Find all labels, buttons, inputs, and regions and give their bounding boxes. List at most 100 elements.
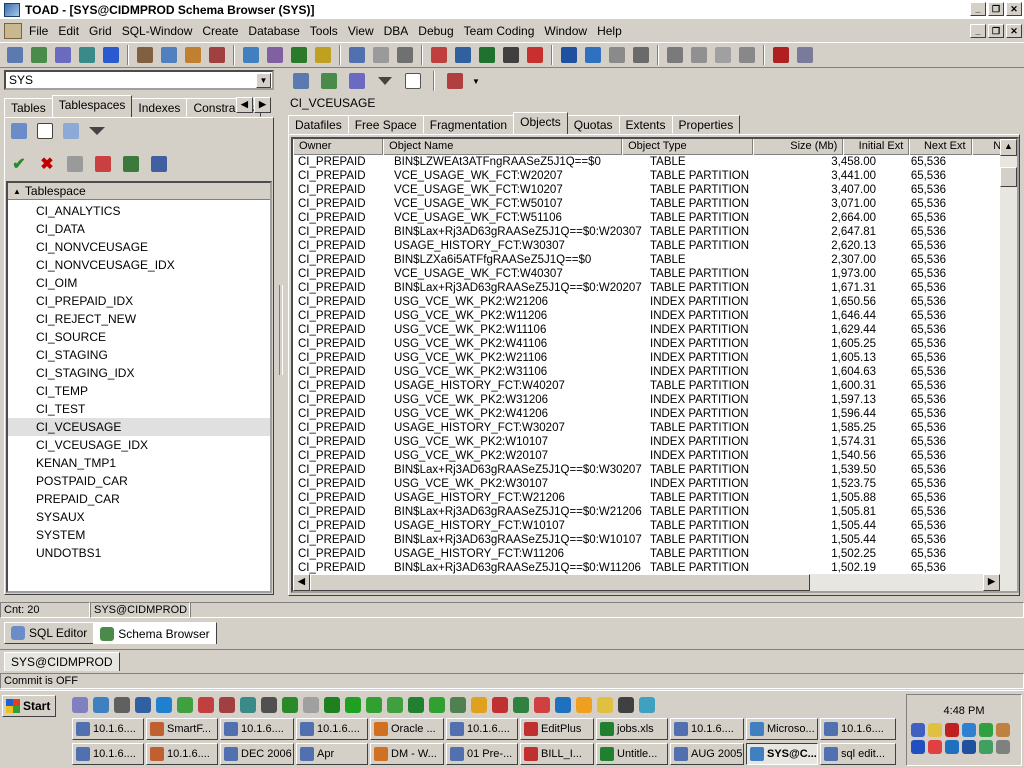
grid-icon[interactable] bbox=[402, 70, 424, 92]
filter-icon[interactable] bbox=[374, 70, 396, 92]
taskbar-button[interactable]: 10.1.6.... bbox=[296, 718, 368, 740]
taskbar-button[interactable]: 10.1.6.... bbox=[670, 718, 744, 740]
table-row[interactable]: CI_PREPAID VCE_USAGE_WK_FCT:W50107 TABLE P… bbox=[293, 197, 1017, 211]
table-row[interactable]: CI_PREPAID USG_VCE_WK_PK2:W20107 INDEX PAR… bbox=[293, 449, 1017, 463]
checkmark-icon[interactable]: ✔ bbox=[8, 153, 30, 175]
quick-launch-icon[interactable] bbox=[639, 697, 655, 713]
table-row[interactable]: CI_PREPAID USAGE_HISTORY_FCT:W10107 TABLE … bbox=[293, 519, 1017, 533]
list-item[interactable]: CI_PREPAID_IDX bbox=[8, 292, 270, 310]
refresh-icon[interactable] bbox=[290, 70, 312, 92]
tab-fragmentation[interactable]: Fragmentation bbox=[422, 115, 515, 134]
import-icon[interactable] bbox=[500, 44, 522, 66]
schema-icon[interactable] bbox=[318, 70, 340, 92]
quick-launch-icon[interactable] bbox=[177, 697, 193, 713]
taskbar-button[interactable]: sql edit... bbox=[820, 743, 896, 765]
filter-icon[interactable] bbox=[86, 120, 108, 142]
chart-icon[interactable] bbox=[444, 70, 466, 92]
table-row[interactable]: CI_PREPAID USG_VCE_WK_PK2:W31206 INDEX PAR… bbox=[293, 393, 1017, 407]
mdi-minimize-button[interactable]: _ bbox=[970, 24, 986, 38]
new-connection-icon[interactable] bbox=[100, 44, 122, 66]
quick-launch-icon[interactable] bbox=[282, 697, 298, 713]
list-item[interactable]: PREPAID_CAR bbox=[8, 490, 270, 508]
quick-launch-icon[interactable] bbox=[345, 697, 361, 713]
quick-launch-icon[interactable] bbox=[429, 697, 445, 713]
grid-icon[interactable] bbox=[794, 44, 816, 66]
table-row[interactable]: CI_PREPAID USG_VCE_WK_PK2:W11106 INDEX PAR… bbox=[293, 323, 1017, 337]
list-item[interactable]: CI_OIM bbox=[8, 274, 270, 292]
taskbar-button[interactable]: EditPlus bbox=[520, 718, 594, 740]
vertical-scroll-thumb[interactable] bbox=[1000, 167, 1017, 187]
tab-sql-editor[interactable]: SQL Editor bbox=[4, 622, 95, 644]
table-row[interactable]: CI_PREPAID VCE_USAGE_WK_FCT:W10207 TABLE P… bbox=[293, 183, 1017, 197]
tab-indexes[interactable]: Indexes bbox=[131, 98, 188, 117]
taskbar-button[interactable]: 10.1.6.... bbox=[146, 743, 218, 765]
table-row[interactable]: CI_PREPAID USAGE_HISTORY_FCT:W21206 TABLE … bbox=[293, 491, 1017, 505]
quick-launch-icon[interactable] bbox=[303, 697, 319, 713]
tab-free-space[interactable]: Free Space bbox=[347, 115, 424, 134]
check-icon[interactable] bbox=[770, 44, 792, 66]
quick-launch-icon[interactable] bbox=[219, 697, 235, 713]
taskbar-button[interactable]: DEC 2006 bbox=[220, 743, 294, 765]
list-item[interactable]: CI_TEMP bbox=[8, 382, 270, 400]
open-icon[interactable] bbox=[8, 120, 30, 142]
table-row[interactable]: CI_PREPAID VCE_USAGE_WK_FCT:W20207 TABLE P… bbox=[293, 169, 1017, 183]
quick-launch-icon[interactable] bbox=[471, 697, 487, 713]
tab-properties[interactable]: Properties bbox=[671, 115, 741, 134]
vertical-scrollbar[interactable]: ▲ bbox=[1000, 139, 1017, 575]
menu-tools[interactable]: Tools bbox=[305, 22, 343, 40]
explain-plan-icon[interactable] bbox=[158, 44, 180, 66]
database-icon[interactable] bbox=[120, 153, 142, 175]
table-row[interactable]: CI_PREPAID USG_VCE_WK_PK2:W41106 INDEX PAR… bbox=[293, 337, 1017, 351]
menu-database[interactable]: Database bbox=[243, 22, 304, 40]
taskbar-button[interactable]: Apr bbox=[296, 743, 368, 765]
menu-team-coding[interactable]: Team Coding bbox=[459, 22, 540, 40]
table-row[interactable]: CI_PREPAID VCE_USAGE_WK_FCT:W51106 TABLE P… bbox=[293, 211, 1017, 225]
new-file-icon[interactable] bbox=[34, 120, 56, 142]
splitter[interactable] bbox=[277, 70, 285, 595]
procedure-editor-icon[interactable] bbox=[76, 44, 98, 66]
table-row[interactable]: CI_PREPAID USG_VCE_WK_PK2:W10107 INDEX PAR… bbox=[293, 435, 1017, 449]
export-icon[interactable] bbox=[476, 44, 498, 66]
report-icon[interactable] bbox=[630, 44, 652, 66]
column-header[interactable]: Object Name bbox=[383, 139, 623, 155]
table-row[interactable]: CI_PREPAID BIN$Lax+Rj3AD63gRAASeZ5J1Q==$0… bbox=[293, 463, 1017, 477]
document-icon[interactable] bbox=[4, 23, 22, 39]
taskbar-button[interactable]: jobs.xls bbox=[596, 718, 668, 740]
column-header[interactable]: Next Ext bbox=[909, 139, 972, 155]
tab-objects[interactable]: Objects bbox=[513, 112, 568, 134]
list-item[interactable]: CI_SOURCE bbox=[8, 328, 270, 346]
quick-launch-icon[interactable] bbox=[261, 697, 277, 713]
quick-launch-icon[interactable] bbox=[72, 697, 88, 713]
table-row[interactable]: CI_PREPAID USG_VCE_WK_PK2:W31106 INDEX PAR… bbox=[293, 365, 1017, 379]
taskbar-button[interactable]: 01 Pre-... bbox=[446, 743, 518, 765]
quick-launch-icon[interactable] bbox=[114, 697, 130, 713]
list-item[interactable]: CI_NONVCEUSAGE bbox=[8, 238, 270, 256]
scroll-left-icon[interactable]: ◀ bbox=[293, 574, 310, 591]
quick-launch-icon[interactable] bbox=[597, 697, 613, 713]
properties-icon[interactable] bbox=[60, 120, 82, 142]
table-row[interactable]: CI_PREPAID USG_VCE_WK_PK2:W11206 INDEX PAR… bbox=[293, 309, 1017, 323]
tab-tables[interactable]: Tables bbox=[4, 98, 53, 117]
tray-icon[interactable] bbox=[911, 723, 925, 737]
quick-launch-icon[interactable] bbox=[408, 697, 424, 713]
tab-datafiles[interactable]: Datafiles bbox=[288, 115, 349, 134]
taskbar-button[interactable]: AUG 2005 bbox=[670, 743, 744, 765]
taskbar-button[interactable]: 10.1.6.... bbox=[820, 718, 896, 740]
taskbar-button[interactable]: 10.1.6.... bbox=[72, 743, 144, 765]
table-row[interactable]: CI_PREPAID USAGE_HISTORY_FCT:W40207 TABLE … bbox=[293, 379, 1017, 393]
tray-icon[interactable] bbox=[962, 740, 976, 754]
taskbar-button[interactable]: Untitle... bbox=[596, 743, 668, 765]
maximize-button[interactable]: ❐ bbox=[988, 2, 1004, 16]
taskbar-button[interactable]: 10.1.6.... bbox=[446, 718, 518, 740]
tray-icon[interactable] bbox=[996, 740, 1010, 754]
table-row[interactable]: CI_PREPAID USAGE_HISTORY_FCT:W11206 TABLE … bbox=[293, 547, 1017, 561]
taskbar-button[interactable]: SYS@C... bbox=[746, 743, 818, 765]
taskbar-button[interactable]: 10.1.6.... bbox=[72, 718, 144, 740]
refresh-icon[interactable] bbox=[736, 44, 758, 66]
table-row[interactable]: CI_PREPAID BIN$LZWEAt3ATFngRAASeZ5J1Q==$0… bbox=[293, 155, 1017, 169]
list-item[interactable]: CI_NONVCEUSAGE_IDX bbox=[8, 256, 270, 274]
tab-schema-browser[interactable]: Schema Browser bbox=[93, 622, 217, 644]
quick-launch-icon[interactable] bbox=[576, 697, 592, 713]
menu-file[interactable]: File bbox=[24, 22, 53, 40]
copy-icon[interactable] bbox=[688, 44, 710, 66]
